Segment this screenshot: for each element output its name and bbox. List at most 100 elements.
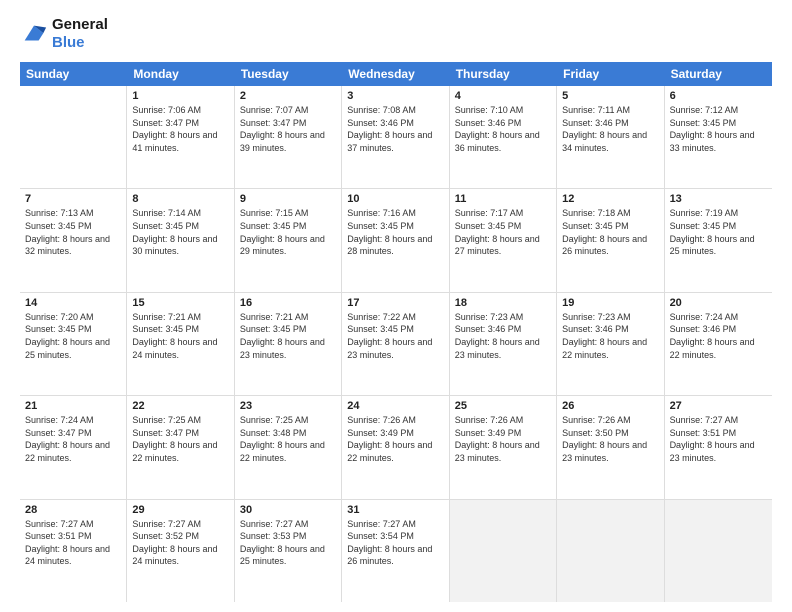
cell-info: Sunrise: 7:27 AMSunset: 3:51 PMDaylight:… bbox=[670, 414, 767, 464]
week-row-3: 14 Sunrise: 7:20 AMSunset: 3:45 PMDaylig… bbox=[20, 293, 772, 396]
cell-date: 28 bbox=[25, 504, 121, 516]
header-friday: Friday bbox=[557, 62, 664, 86]
cell-date: 26 bbox=[562, 400, 658, 412]
cell-2-4: 18 Sunrise: 7:23 AMSunset: 3:46 PMDaylig… bbox=[450, 293, 557, 395]
cell-info: Sunrise: 7:27 AMSunset: 3:53 PMDaylight:… bbox=[240, 518, 336, 568]
cell-date: 21 bbox=[25, 400, 121, 412]
cell-0-1: 1 Sunrise: 7:06 AMSunset: 3:47 PMDayligh… bbox=[127, 86, 234, 188]
calendar-body: 1 Sunrise: 7:06 AMSunset: 3:47 PMDayligh… bbox=[20, 86, 772, 602]
cell-3-4: 25 Sunrise: 7:26 AMSunset: 3:49 PMDaylig… bbox=[450, 396, 557, 498]
cell-date: 20 bbox=[670, 297, 767, 309]
cell-info: Sunrise: 7:16 AMSunset: 3:45 PMDaylight:… bbox=[347, 207, 443, 257]
cell-2-2: 16 Sunrise: 7:21 AMSunset: 3:45 PMDaylig… bbox=[235, 293, 342, 395]
cell-info: Sunrise: 7:18 AMSunset: 3:45 PMDaylight:… bbox=[562, 207, 658, 257]
cell-info: Sunrise: 7:12 AMSunset: 3:45 PMDaylight:… bbox=[670, 104, 767, 154]
cell-date: 11 bbox=[455, 193, 551, 205]
cell-date: 14 bbox=[25, 297, 121, 309]
cell-date: 13 bbox=[670, 193, 767, 205]
cell-1-3: 10 Sunrise: 7:16 AMSunset: 3:45 PMDaylig… bbox=[342, 189, 449, 291]
header: General Blue bbox=[20, 16, 772, 52]
cell-info: Sunrise: 7:15 AMSunset: 3:45 PMDaylight:… bbox=[240, 207, 336, 257]
week-row-1: 1 Sunrise: 7:06 AMSunset: 3:47 PMDayligh… bbox=[20, 86, 772, 189]
cell-1-4: 11 Sunrise: 7:17 AMSunset: 3:45 PMDaylig… bbox=[450, 189, 557, 291]
cell-2-3: 17 Sunrise: 7:22 AMSunset: 3:45 PMDaylig… bbox=[342, 293, 449, 395]
cell-date: 10 bbox=[347, 193, 443, 205]
cell-info: Sunrise: 7:13 AMSunset: 3:45 PMDaylight:… bbox=[25, 207, 121, 257]
cell-info: Sunrise: 7:20 AMSunset: 3:45 PMDaylight:… bbox=[25, 311, 121, 361]
cell-4-6 bbox=[665, 500, 772, 602]
cell-info: Sunrise: 7:21 AMSunset: 3:45 PMDaylight:… bbox=[132, 311, 228, 361]
cell-info: Sunrise: 7:14 AMSunset: 3:45 PMDaylight:… bbox=[132, 207, 228, 257]
header-wednesday: Wednesday bbox=[342, 62, 449, 86]
cell-info: Sunrise: 7:27 AMSunset: 3:54 PMDaylight:… bbox=[347, 518, 443, 568]
cell-4-2: 30 Sunrise: 7:27 AMSunset: 3:53 PMDaylig… bbox=[235, 500, 342, 602]
cell-info: Sunrise: 7:07 AMSunset: 3:47 PMDaylight:… bbox=[240, 104, 336, 154]
cell-date: 31 bbox=[347, 504, 443, 516]
logo: General Blue bbox=[20, 16, 108, 52]
page: General Blue Sunday Monday Tuesday Wedne… bbox=[0, 0, 792, 612]
cell-0-2: 2 Sunrise: 7:07 AMSunset: 3:47 PMDayligh… bbox=[235, 86, 342, 188]
cell-info: Sunrise: 7:19 AMSunset: 3:45 PMDaylight:… bbox=[670, 207, 767, 257]
cell-4-1: 29 Sunrise: 7:27 AMSunset: 3:52 PMDaylig… bbox=[127, 500, 234, 602]
cell-info: Sunrise: 7:11 AMSunset: 3:46 PMDaylight:… bbox=[562, 104, 658, 154]
calendar: Sunday Monday Tuesday Wednesday Thursday… bbox=[20, 62, 772, 602]
cell-info: Sunrise: 7:26 AMSunset: 3:49 PMDaylight:… bbox=[455, 414, 551, 464]
cell-3-3: 24 Sunrise: 7:26 AMSunset: 3:49 PMDaylig… bbox=[342, 396, 449, 498]
cell-date: 23 bbox=[240, 400, 336, 412]
cell-date: 16 bbox=[240, 297, 336, 309]
cell-date: 1 bbox=[132, 90, 228, 102]
cell-date: 25 bbox=[455, 400, 551, 412]
cell-1-2: 9 Sunrise: 7:15 AMSunset: 3:45 PMDayligh… bbox=[235, 189, 342, 291]
cell-date: 6 bbox=[670, 90, 767, 102]
cell-info: Sunrise: 7:27 AMSunset: 3:52 PMDaylight:… bbox=[132, 518, 228, 568]
cell-info: Sunrise: 7:26 AMSunset: 3:49 PMDaylight:… bbox=[347, 414, 443, 464]
cell-3-5: 26 Sunrise: 7:26 AMSunset: 3:50 PMDaylig… bbox=[557, 396, 664, 498]
header-thursday: Thursday bbox=[450, 62, 557, 86]
cell-info: Sunrise: 7:21 AMSunset: 3:45 PMDaylight:… bbox=[240, 311, 336, 361]
cell-0-5: 5 Sunrise: 7:11 AMSunset: 3:46 PMDayligh… bbox=[557, 86, 664, 188]
cell-1-6: 13 Sunrise: 7:19 AMSunset: 3:45 PMDaylig… bbox=[665, 189, 772, 291]
cell-info: Sunrise: 7:24 AMSunset: 3:46 PMDaylight:… bbox=[670, 311, 767, 361]
logo-icon bbox=[20, 20, 48, 48]
cell-3-1: 22 Sunrise: 7:25 AMSunset: 3:47 PMDaylig… bbox=[127, 396, 234, 498]
cell-3-0: 21 Sunrise: 7:24 AMSunset: 3:47 PMDaylig… bbox=[20, 396, 127, 498]
cell-info: Sunrise: 7:27 AMSunset: 3:51 PMDaylight:… bbox=[25, 518, 121, 568]
header-monday: Monday bbox=[127, 62, 234, 86]
cell-2-0: 14 Sunrise: 7:20 AMSunset: 3:45 PMDaylig… bbox=[20, 293, 127, 395]
cell-date: 2 bbox=[240, 90, 336, 102]
cell-info: Sunrise: 7:17 AMSunset: 3:45 PMDaylight:… bbox=[455, 207, 551, 257]
cell-date: 27 bbox=[670, 400, 767, 412]
cell-info: Sunrise: 7:10 AMSunset: 3:46 PMDaylight:… bbox=[455, 104, 551, 154]
cell-date: 22 bbox=[132, 400, 228, 412]
cell-date: 12 bbox=[562, 193, 658, 205]
cell-date: 17 bbox=[347, 297, 443, 309]
cell-1-1: 8 Sunrise: 7:14 AMSunset: 3:45 PMDayligh… bbox=[127, 189, 234, 291]
cell-date: 29 bbox=[132, 504, 228, 516]
cell-1-5: 12 Sunrise: 7:18 AMSunset: 3:45 PMDaylig… bbox=[557, 189, 664, 291]
cell-info: Sunrise: 7:06 AMSunset: 3:47 PMDaylight:… bbox=[132, 104, 228, 154]
cell-date: 7 bbox=[25, 193, 121, 205]
cell-4-5 bbox=[557, 500, 664, 602]
cell-1-0: 7 Sunrise: 7:13 AMSunset: 3:45 PMDayligh… bbox=[20, 189, 127, 291]
cell-date: 8 bbox=[132, 193, 228, 205]
cell-0-6: 6 Sunrise: 7:12 AMSunset: 3:45 PMDayligh… bbox=[665, 86, 772, 188]
cell-0-0 bbox=[20, 86, 127, 188]
cell-2-1: 15 Sunrise: 7:21 AMSunset: 3:45 PMDaylig… bbox=[127, 293, 234, 395]
week-row-5: 28 Sunrise: 7:27 AMSunset: 3:51 PMDaylig… bbox=[20, 500, 772, 602]
header-saturday: Saturday bbox=[665, 62, 772, 86]
cell-info: Sunrise: 7:23 AMSunset: 3:46 PMDaylight:… bbox=[562, 311, 658, 361]
cell-4-4 bbox=[450, 500, 557, 602]
header-tuesday: Tuesday bbox=[235, 62, 342, 86]
cell-info: Sunrise: 7:24 AMSunset: 3:47 PMDaylight:… bbox=[25, 414, 121, 464]
cell-date: 9 bbox=[240, 193, 336, 205]
cell-4-0: 28 Sunrise: 7:27 AMSunset: 3:51 PMDaylig… bbox=[20, 500, 127, 602]
week-row-2: 7 Sunrise: 7:13 AMSunset: 3:45 PMDayligh… bbox=[20, 189, 772, 292]
cell-4-3: 31 Sunrise: 7:27 AMSunset: 3:54 PMDaylig… bbox=[342, 500, 449, 602]
cell-date: 18 bbox=[455, 297, 551, 309]
cell-date: 24 bbox=[347, 400, 443, 412]
cell-date: 19 bbox=[562, 297, 658, 309]
cell-date: 15 bbox=[132, 297, 228, 309]
cell-info: Sunrise: 7:25 AMSunset: 3:47 PMDaylight:… bbox=[132, 414, 228, 464]
cell-0-3: 3 Sunrise: 7:08 AMSunset: 3:46 PMDayligh… bbox=[342, 86, 449, 188]
cell-date: 5 bbox=[562, 90, 658, 102]
